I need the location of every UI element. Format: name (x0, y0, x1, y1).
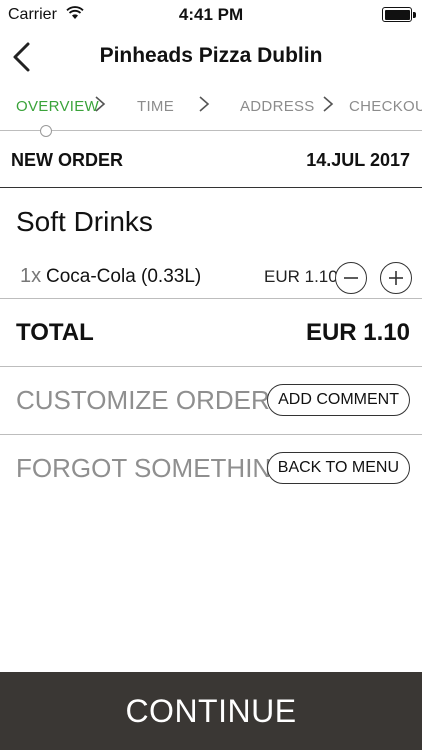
forgot-prompt: FORGOT SOMETHING? (16, 453, 306, 483)
decrease-quantity-button[interactable] (335, 262, 367, 294)
continue-button[interactable]: CONTINUE (0, 672, 422, 750)
nav-bar: Pinheads Pizza Dublin (0, 30, 422, 84)
checkout-steps: OVERVIEW TIME ADDRESS CHECKOUT (0, 84, 422, 131)
item-price: EUR 1.10 (264, 267, 338, 286)
total-row: TOTAL EUR 1.10 (0, 299, 422, 367)
plus-icon (389, 271, 403, 285)
tab-checkout[interactable]: CHECKOUT (349, 98, 422, 115)
back-to-menu-button[interactable]: BACK TO MENU (266, 452, 410, 484)
customize-row: CUSTOMIZE ORDER? ADD COMMENT (0, 367, 422, 435)
add-comment-button[interactable]: ADD COMMENT (267, 384, 410, 416)
order-date: 14.JUL 2017 (306, 150, 410, 170)
chevron-right-icon (198, 94, 210, 114)
chevron-right-icon (94, 94, 106, 114)
increase-quantity-button[interactable] (380, 262, 412, 294)
clock: 4:41 PM (178, 5, 244, 24)
forgot-row: FORGOT SOMETHING? BACK TO MENU (0, 435, 422, 503)
total-value: EUR 1.10 (305, 319, 410, 346)
chevron-right-icon (322, 94, 334, 114)
order-header: NEW ORDER 14.JUL 2017 (0, 131, 422, 188)
order-label: NEW ORDER (11, 150, 123, 170)
total-label: TOTAL (16, 319, 94, 346)
order-item-row: 1x Coca-Cola (0.33L) EUR 1.10 (0, 254, 422, 299)
minus-icon (344, 277, 358, 279)
customize-prompt: CUSTOMIZE ORDER? (16, 385, 285, 415)
tab-time[interactable]: TIME (137, 98, 174, 115)
status-bar: Carrier 4:41 PM (0, 0, 422, 30)
tab-address[interactable]: ADDRESS (240, 98, 315, 115)
battery-icon (382, 7, 416, 22)
item-quantity: 1x (20, 265, 42, 287)
tab-overview[interactable]: OVERVIEW (16, 98, 99, 115)
category-title: Soft Drinks (16, 206, 153, 237)
item-name: Coca-Cola (0.33L) (46, 266, 202, 287)
page-title: Pinheads Pizza Dublin (99, 44, 323, 67)
active-step-indicator (40, 125, 52, 137)
